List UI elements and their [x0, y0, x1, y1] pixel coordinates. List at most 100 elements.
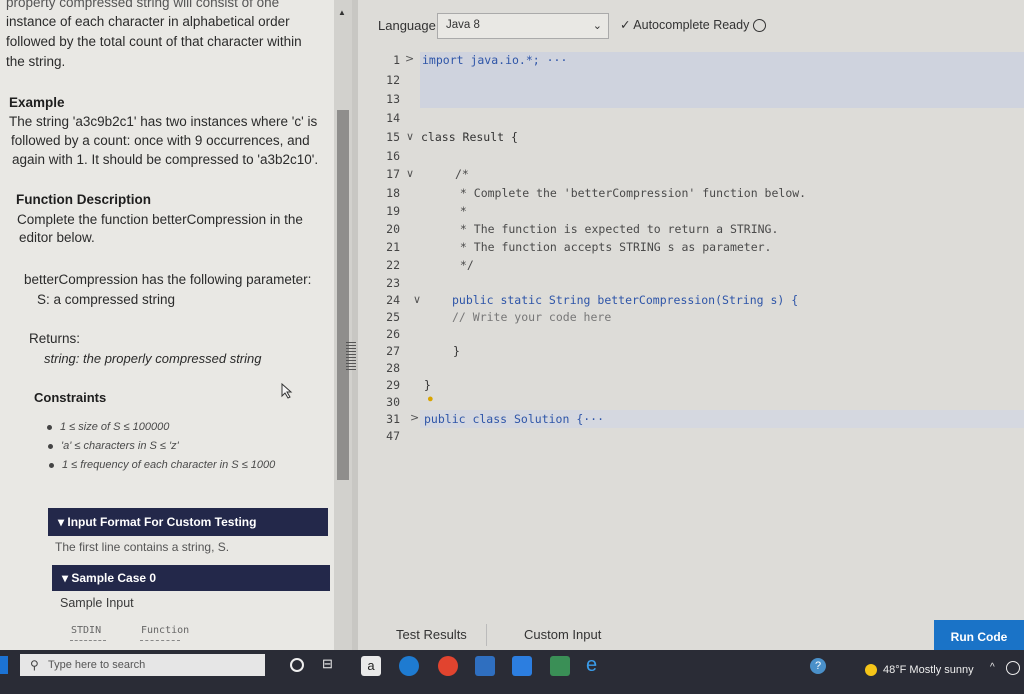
- code-text: import java.io.*; ···: [422, 53, 568, 67]
- store-icon[interactable]: [475, 656, 495, 676]
- chevron-down-icon: ⌄: [592, 20, 602, 32]
- function-line-1: editor below.: [19, 230, 95, 245]
- divider: [70, 640, 106, 641]
- param-detail: S: a compressed string: [37, 292, 176, 307]
- function-line-0: Complete the function betterCompression …: [17, 212, 303, 227]
- line-number: 17: [386, 167, 400, 181]
- constraint-1: 'a' ≤ characters in S ≤ 'z': [61, 440, 179, 452]
- returns-detail: string: the properly compressed string: [44, 351, 262, 366]
- example-line-1: followed by a count: once with 9 occurre…: [11, 133, 310, 148]
- constraints-heading: Constraints: [34, 390, 107, 405]
- code-line-21[interactable]: * The function accepts STRING s as param…: [453, 240, 772, 254]
- line-number: 15: [386, 130, 400, 144]
- run-code-button[interactable]: Run Code: [934, 620, 1024, 654]
- code-line-27[interactable]: }: [453, 344, 460, 358]
- tab-test-results[interactable]: Test Results: [396, 627, 467, 642]
- line-number: 21: [386, 240, 400, 254]
- constraint-2: 1 ≤ frequency of each character in S ≤ 1…: [62, 459, 276, 471]
- autocomplete-label: Autocomplete Ready: [633, 18, 750, 32]
- line-number: 1: [393, 53, 400, 67]
- line-number: 26: [386, 327, 400, 341]
- intro-line-0: property compressed string will consist …: [6, 0, 280, 10]
- line-number: 14: [386, 111, 400, 125]
- taskbar-search-input[interactable]: ⚲ Type here to search: [20, 654, 265, 676]
- line-number: 16: [386, 149, 400, 163]
- cortana-icon[interactable]: [290, 658, 304, 672]
- input-format-text: The first line contains a string, S.: [55, 540, 230, 554]
- line-number: 29: [386, 378, 400, 392]
- fold-collapse-icon[interactable]: ∨: [406, 130, 414, 143]
- line-number: 20: [386, 222, 400, 236]
- intro-line-1: instance of each character in alphabetic…: [6, 14, 290, 29]
- autocomplete-status[interactable]: ✓ Autocomplete Ready: [620, 17, 766, 33]
- help-icon[interactable]: ?: [810, 658, 826, 674]
- task-view-icon[interactable]: ⊟: [322, 656, 333, 672]
- start-button[interactable]: [0, 656, 8, 674]
- line-number: 28: [386, 361, 400, 375]
- line-number: 19: [386, 204, 400, 218]
- fold-collapse-icon[interactable]: ∨: [413, 293, 421, 306]
- bullet: [47, 425, 52, 430]
- code-line-31[interactable]: public class Solution {···: [424, 412, 604, 426]
- example-line-0: The string 'a3c9b2c1' has two instances …: [9, 114, 318, 129]
- line-number: 24: [386, 293, 400, 307]
- tray-icon[interactable]: [1006, 661, 1020, 675]
- code-line-24[interactable]: public static String betterCompression(S…: [452, 293, 798, 307]
- line-number: 31: [386, 412, 400, 426]
- bullet: [49, 463, 54, 468]
- example-line-2: again with 1. It should be compressed to…: [12, 152, 319, 167]
- problem-description-pane: property compressed string will consist …: [0, 0, 334, 650]
- lightbulb-icon[interactable]: ●: [427, 393, 434, 405]
- function-heading: Function Description: [16, 192, 151, 207]
- check-circle-icon: ✓: [620, 18, 631, 32]
- constraint-0: 1 ≤ size of S ≤ 100000: [60, 421, 170, 433]
- example-heading: Example: [9, 95, 65, 110]
- line-number: 25: [386, 310, 400, 324]
- input-format-toggle[interactable]: ▾ Input Format For Custom Testing: [48, 508, 328, 536]
- code-line-1[interactable]: import java.io.*; ···: [422, 53, 567, 67]
- info-icon[interactable]: [752, 19, 766, 33]
- code-line-25[interactable]: // Write your code here: [452, 310, 611, 324]
- fold-expand-icon[interactable]: >: [410, 411, 419, 424]
- code-line-29[interactable]: }: [424, 378, 431, 392]
- app-a-icon[interactable]: a: [361, 656, 381, 676]
- fold-expand-icon[interactable]: >: [405, 52, 414, 65]
- stdin-label: STDIN: [71, 625, 102, 636]
- code-line-15[interactable]: class Result {: [421, 130, 518, 144]
- line-number: 30: [386, 395, 400, 409]
- line-number: 12: [386, 73, 400, 87]
- language-label: Language: [378, 18, 436, 33]
- scroll-up-icon[interactable]: ▲: [338, 8, 346, 17]
- code-line-20[interactable]: * The function is expected to return a S…: [453, 222, 779, 236]
- code-line-22[interactable]: */: [453, 258, 474, 272]
- fold-collapse-icon[interactable]: ∨: [406, 167, 414, 180]
- line-number: 47: [386, 429, 400, 443]
- mouse-cursor-icon: [281, 383, 293, 399]
- code-line-17[interactable]: /*: [455, 167, 469, 181]
- line-number: 18: [386, 186, 400, 200]
- bullet: [48, 444, 53, 449]
- returns-heading: Returns:: [29, 331, 81, 346]
- intro-line-3: the string.: [6, 54, 66, 69]
- chevron-up-icon[interactable]: ^: [990, 662, 995, 673]
- ie-icon[interactable]: e: [586, 655, 606, 676]
- language-value: Java 8: [446, 19, 480, 31]
- divider: [486, 624, 487, 646]
- line-number: 23: [386, 276, 400, 290]
- sample-case-toggle[interactable]: ▾ Sample Case 0: [52, 565, 330, 591]
- mail-icon[interactable]: [550, 656, 570, 676]
- scrollbar-thumb[interactable]: [337, 110, 349, 480]
- code-line-18[interactable]: * Complete the 'betterCompression' funct…: [453, 186, 806, 200]
- param-line: betterCompression has the following para…: [24, 272, 312, 287]
- edge-icon[interactable]: [399, 656, 419, 676]
- chrome-icon[interactable]: [438, 656, 458, 676]
- language-select[interactable]: Java 8 ⌄: [437, 13, 609, 39]
- weather-text[interactable]: 48°F Mostly sunny: [883, 664, 974, 676]
- code-line-19[interactable]: *: [453, 204, 467, 218]
- dropbox-icon[interactable]: [512, 656, 532, 676]
- line-number: 13: [386, 92, 400, 106]
- drag-handle-icon[interactable]: [346, 342, 356, 370]
- tab-custom-input[interactable]: Custom Input: [524, 627, 601, 642]
- line-number: 22: [386, 258, 400, 272]
- search-icon: ⚲: [30, 658, 39, 672]
